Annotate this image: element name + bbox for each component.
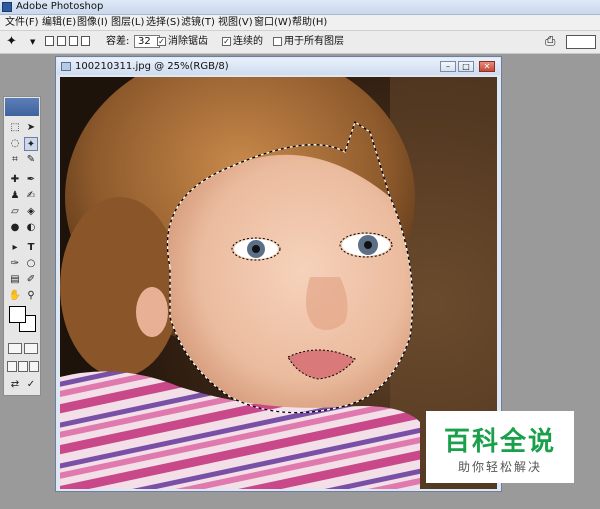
brush-tool-icon[interactable]: ✒ — [24, 173, 38, 187]
maximize-button[interactable]: □ — [458, 61, 474, 72]
add-selection-button[interactable] — [57, 36, 66, 46]
pen-tool-icon[interactable]: ✑ — [8, 257, 22, 271]
magic-wand-tool-icon[interactable]: ✦ — [24, 137, 38, 151]
type-tool-icon[interactable]: T — [24, 241, 38, 255]
slice-tool-icon[interactable]: ✎ — [24, 153, 38, 167]
new-selection-button[interactable] — [45, 36, 54, 46]
image-file-icon — [61, 62, 71, 71]
menu-select[interactable]: 选择(S) — [144, 15, 182, 30]
menu-help[interactable]: 帮助(H) — [290, 15, 329, 30]
watermark-title: 百科全说 — [443, 427, 556, 457]
intersect-selection-button[interactable] — [81, 36, 90, 46]
all-layers-checkbox[interactable] — [273, 37, 282, 46]
screen-mode-full-button[interactable] — [29, 361, 39, 372]
app-title: Adobe Photoshop — [16, 1, 104, 12]
zoom-tool-icon[interactable]: ⚲ — [24, 289, 38, 303]
tolerance-label: 容差: — [106, 36, 130, 47]
foreground-color-swatch[interactable] — [9, 306, 26, 323]
paint-bucket-tool-icon[interactable]: ◈ — [24, 205, 38, 219]
magic-wand-preset-icon[interactable]: ✦ — [6, 34, 17, 50]
menu-bar: 文件(F) 编辑(E) 图像(I) 图层(L) 选择(S) 滤镜(T) 视图(V… — [0, 15, 600, 31]
hand-tool-icon[interactable]: ✋ — [8, 289, 22, 303]
healing-tool-icon[interactable]: ✚ — [8, 173, 22, 187]
lasso-tool-icon[interactable]: ◌ — [8, 137, 22, 151]
palette-well-icon[interactable] — [566, 35, 596, 49]
dodge-tool-icon[interactable]: ◐ — [24, 221, 38, 235]
eyedropper-tool-icon[interactable]: ✐ — [24, 273, 38, 287]
menu-image[interactable]: 图像(I) — [75, 15, 110, 30]
jump-to-imageready-icon[interactable]: ⇄ — [8, 378, 22, 392]
notes-tool-icon[interactable]: ▤ — [8, 273, 22, 287]
contiguous-label: 连续的 — [233, 36, 263, 47]
shape-tool-icon[interactable]: ○ — [24, 257, 38, 271]
document-title: 100210311.jpg @ 25%(RGB/8) — [75, 61, 229, 72]
menu-file[interactable]: 文件(F) — [3, 15, 41, 30]
all-layers-label: 用于所有图层 — [284, 36, 344, 47]
watermark-banner: 百科全说 助你轻松解决 — [426, 411, 574, 483]
minimize-button[interactable]: – — [440, 61, 456, 72]
menu-filter[interactable]: 滤镜(T) — [179, 15, 217, 30]
screen-mode-menu-button[interactable] — [18, 361, 28, 372]
screen-mode-standard-button[interactable] — [7, 361, 17, 372]
app-titlebar: Adobe Photoshop — [0, 0, 600, 15]
marquee-tool-icon[interactable]: ⬚ — [8, 121, 22, 135]
menu-view[interactable]: 视图(V) — [216, 15, 255, 30]
subtract-selection-button[interactable] — [69, 36, 78, 46]
menu-layer[interactable]: 图层(L) — [109, 15, 146, 30]
photoshop-icon — [2, 2, 12, 12]
contiguous-checkbox[interactable]: ✓ — [222, 37, 231, 46]
watermark-subtitle: 助你轻松解决 — [457, 460, 542, 474]
history-brush-tool-icon[interactable]: ✍ — [24, 189, 38, 203]
standard-mode-button[interactable] — [8, 343, 22, 354]
eraser-tool-icon[interactable]: ▱ — [8, 205, 22, 219]
antialias-label: 消除锯齿 — [168, 36, 208, 47]
path-selection-tool-icon[interactable]: ▸ — [8, 241, 22, 255]
toolbox: ⬚ ➤ ◌ ✦ ⌗ ✎ ✚ ✒ ♟ ✍ ▱ ◈ ● ◐ ▸ T ✑ ○ ▤ ✐ … — [3, 96, 41, 396]
menu-window[interactable]: 窗口(W) — [252, 15, 294, 30]
crop-tool-icon[interactable]: ⌗ — [8, 153, 22, 167]
quick-mask-button[interactable] — [24, 343, 38, 354]
antialias-checkbox[interactable]: ✓ — [157, 37, 166, 46]
menu-edit[interactable]: 编辑(E) — [40, 15, 78, 30]
blur-tool-icon[interactable]: ● — [8, 221, 22, 235]
clone-stamp-tool-icon[interactable]: ♟ — [8, 189, 22, 203]
tool-options-bar: ✦ ▼ 容差: 32 ✓ 消除锯齿 ✓ 连续的 用于所有图层 ⎙ — [0, 31, 600, 54]
close-button[interactable]: ✕ — [479, 61, 495, 72]
preset-chevron-down-icon[interactable]: ▼ — [30, 38, 35, 46]
toolbox-feather-icon — [5, 98, 39, 116]
document-titlebar[interactable]: 100210311.jpg @ 25%(RGB/8) – □ ✕ — [57, 58, 500, 75]
edit-in-imageready-icon[interactable]: ✓ — [24, 378, 38, 392]
move-tool-icon[interactable]: ➤ — [24, 121, 38, 135]
printer-icon[interactable]: ⎙ — [545, 34, 555, 49]
